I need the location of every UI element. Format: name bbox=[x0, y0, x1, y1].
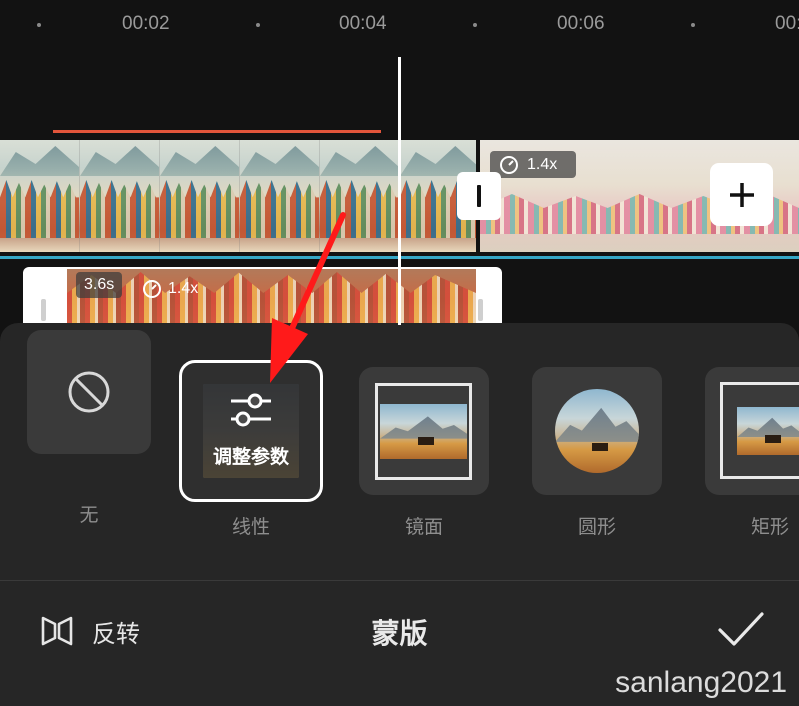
adjust-params-label: 调整参数 bbox=[212, 446, 289, 468]
mirror-mask-icon bbox=[375, 383, 472, 480]
watermark: sanlang2021 bbox=[615, 666, 787, 699]
circle-mask-icon bbox=[555, 389, 639, 473]
prohibited-icon bbox=[68, 371, 110, 413]
duration-badge: 3.6s bbox=[76, 272, 123, 298]
mask-option-none[interactable] bbox=[27, 330, 151, 454]
ruler-dot bbox=[473, 23, 477, 27]
speed-gauge-icon bbox=[143, 280, 161, 298]
linear-preview: 调整参数 bbox=[203, 384, 299, 478]
ruler-dot bbox=[256, 23, 260, 27]
handle-bar bbox=[477, 185, 481, 207]
checkmark-icon[interactable] bbox=[716, 610, 766, 650]
time-mark: 00:02 bbox=[122, 13, 170, 34]
mask-option-circle[interactable] bbox=[532, 367, 662, 495]
time-mark: 00:06 bbox=[557, 13, 605, 34]
overlay-thumbnails bbox=[67, 269, 476, 329]
clip-trim-handle[interactable] bbox=[457, 172, 501, 220]
mask-option-mirror[interactable] bbox=[359, 367, 489, 495]
speed-value: 1.4x bbox=[168, 280, 199, 297]
panel-divider bbox=[0, 580, 799, 581]
clip-frame bbox=[320, 140, 400, 252]
time-mark: 00:04 bbox=[339, 13, 387, 34]
sliders-icon bbox=[231, 393, 271, 427]
mask-panel: 无 调整参数 线性 镜面 圆形 矩形 反转 蒙版 bbox=[0, 323, 799, 706]
plus-icon bbox=[729, 182, 754, 207]
overlay-speed-badge: 1.4x bbox=[142, 276, 198, 302]
add-clip-button[interactable] bbox=[710, 163, 773, 226]
landscape-thumbnail bbox=[380, 404, 467, 459]
ruler-dot bbox=[37, 23, 41, 27]
time-mark: 00:0 bbox=[775, 13, 799, 34]
clip-frame bbox=[160, 140, 240, 252]
mask-option-label: 矩形 bbox=[750, 516, 789, 538]
main-video-clip[interactable] bbox=[0, 140, 476, 252]
speed-value: 1.4x bbox=[527, 155, 558, 173]
mask-option-label: 无 bbox=[79, 504, 99, 526]
clip-frame bbox=[0, 140, 80, 252]
right-trim-grip[interactable] bbox=[478, 299, 483, 321]
rectangle-mask-icon bbox=[720, 382, 799, 479]
mask-option-rectangle[interactable] bbox=[705, 367, 799, 495]
landscape-thumbnail bbox=[737, 407, 799, 455]
clip-thumbnails bbox=[0, 140, 476, 252]
clip-frame bbox=[80, 140, 160, 252]
mask-option-label: 镜面 bbox=[404, 516, 443, 538]
panel-title: 蒙版 bbox=[371, 617, 428, 650]
speed-badge: 1.4x bbox=[490, 151, 576, 178]
ruler-dot bbox=[691, 23, 695, 27]
left-trim-grip[interactable] bbox=[41, 299, 46, 321]
clip-frame bbox=[240, 140, 320, 252]
marker-line bbox=[53, 130, 381, 133]
speed-gauge-icon bbox=[500, 155, 518, 174]
timeline-ruler[interactable]: 00:02 00:04 00:06 00:0 bbox=[0, 0, 799, 55]
mask-option-label: 线性 bbox=[231, 516, 270, 538]
playhead[interactable] bbox=[398, 57, 401, 325]
mask-option-linear[interactable]: 调整参数 bbox=[179, 360, 323, 502]
mask-option-label: 圆形 bbox=[577, 516, 616, 538]
